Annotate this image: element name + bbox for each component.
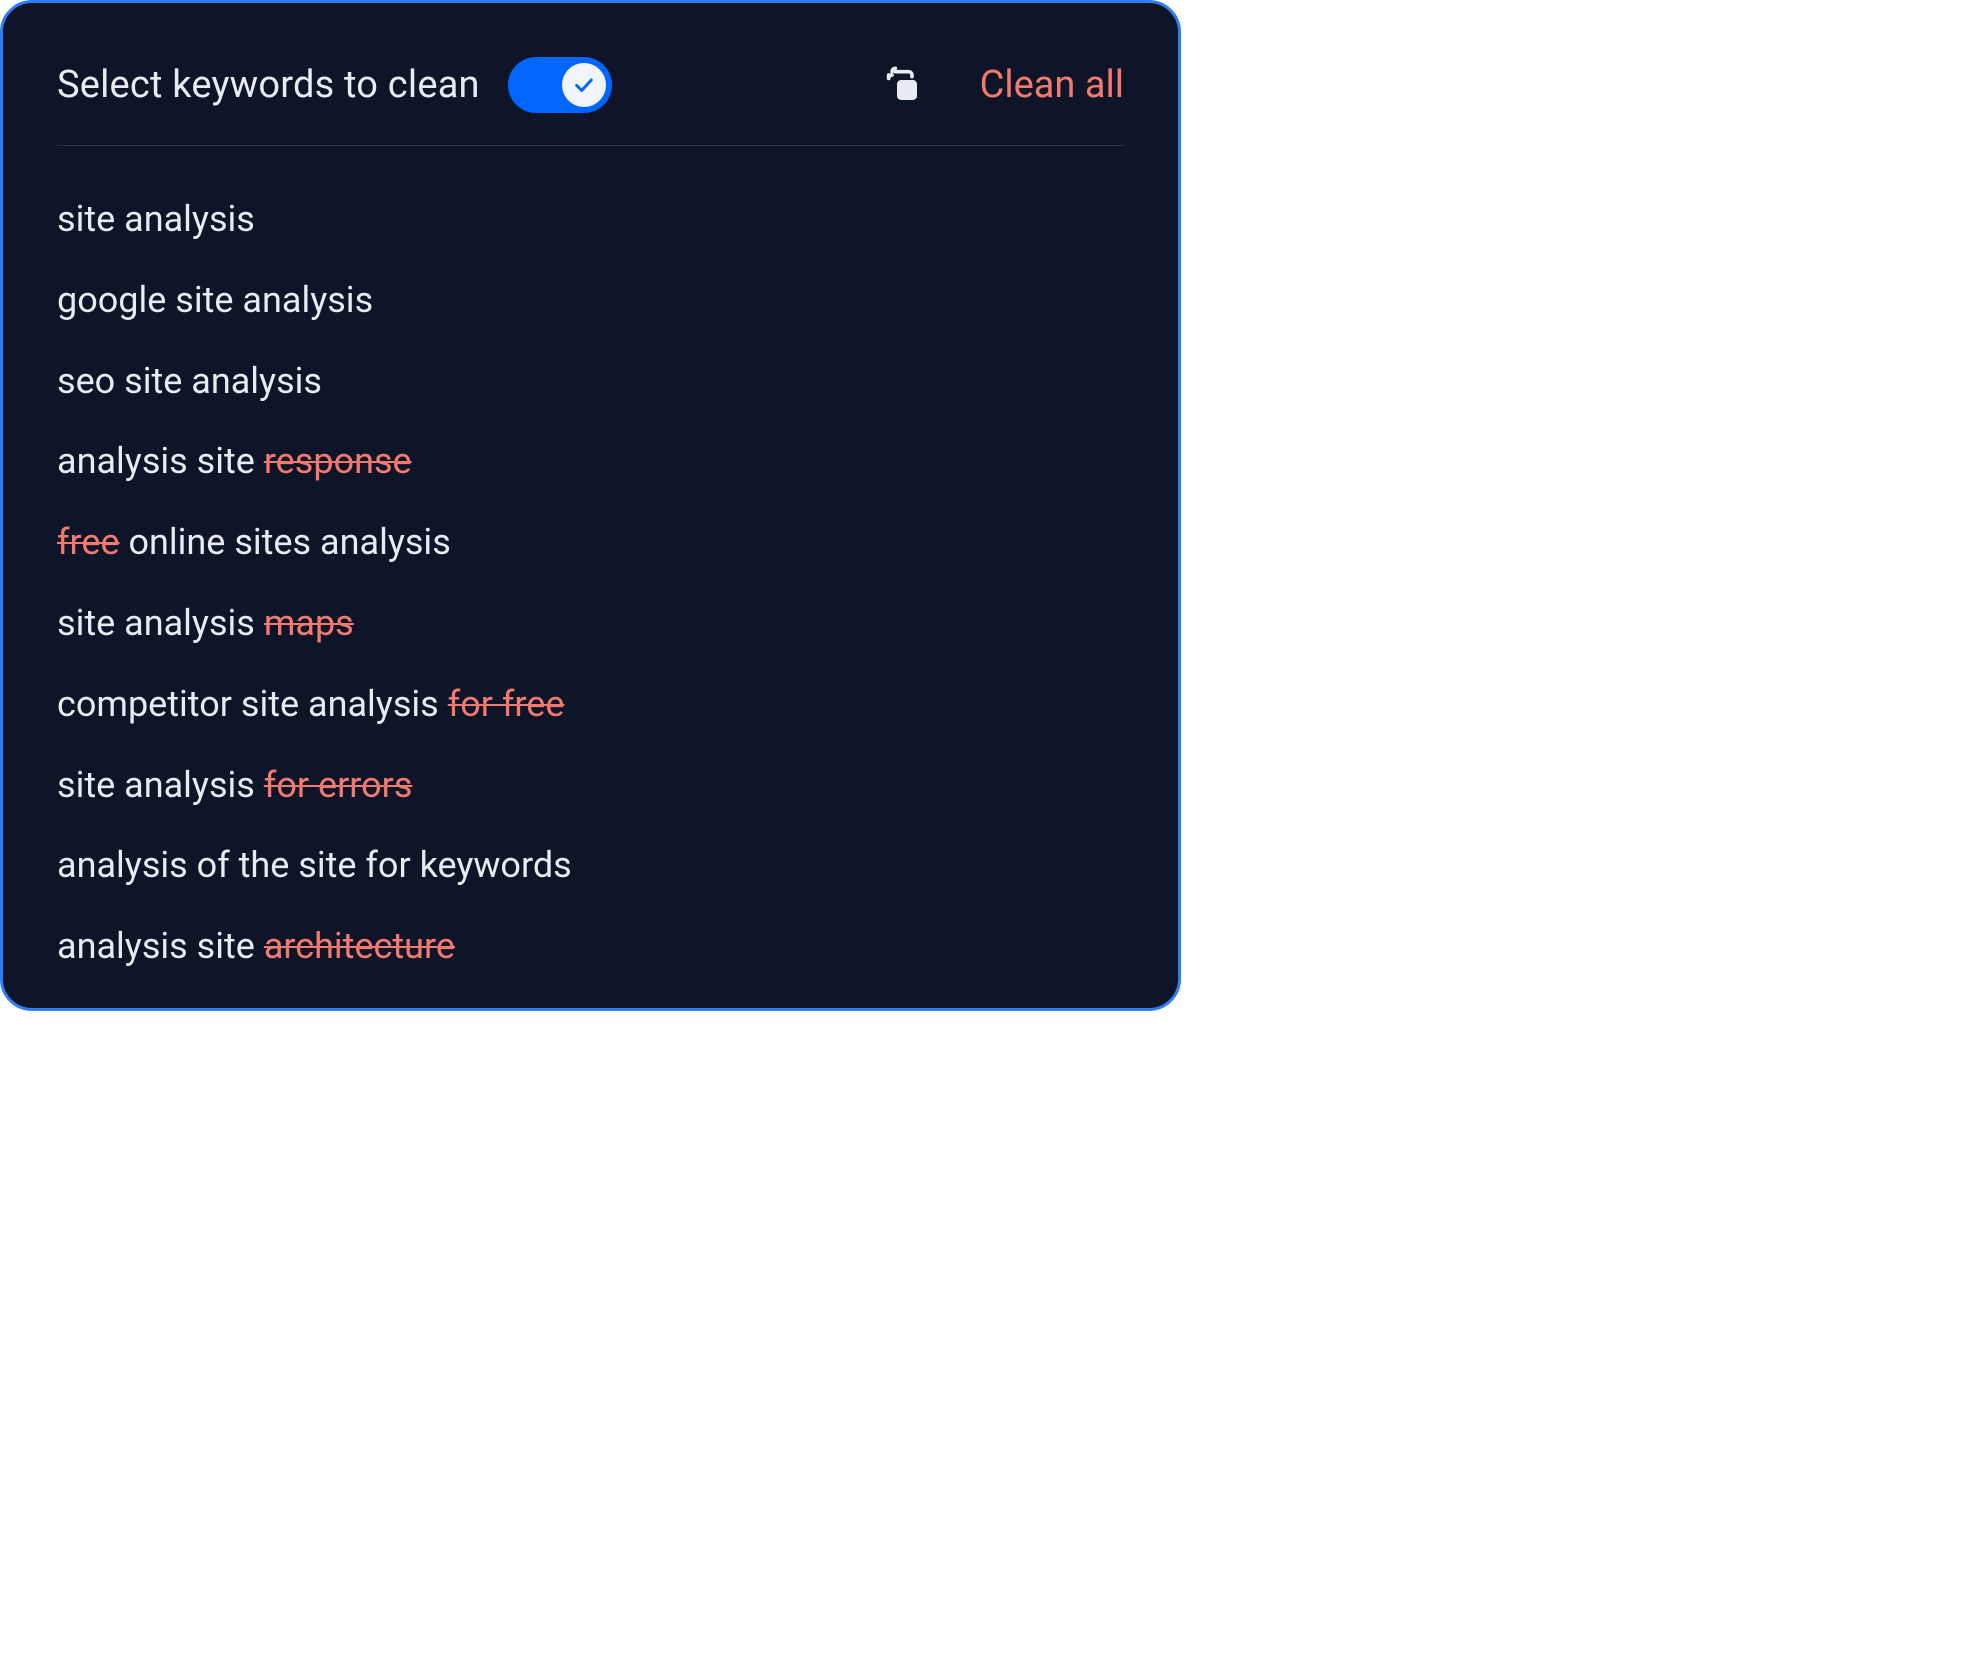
keyword-part-struck: free	[57, 521, 120, 563]
keyword-row[interactable]: free online sites analysis	[57, 519, 1124, 566]
copy-icon	[882, 65, 922, 105]
keyword-row[interactable]: seo site analysis	[57, 358, 1124, 405]
keyword-part: competitor site analysis	[57, 683, 448, 725]
keyword-part-struck: response	[264, 440, 412, 482]
keyword-part-struck: for errors	[264, 764, 413, 806]
keyword-part: site analysis	[57, 602, 264, 644]
keyword-part-struck: for free	[448, 683, 565, 725]
keyword-part: site analysis	[57, 198, 255, 240]
check-icon	[573, 74, 595, 96]
clean-all-button[interactable]: Clean all	[980, 63, 1124, 107]
keyword-part: online sites analysis	[120, 521, 451, 563]
keywords-clean-panel: Select keywords to clean Clean all site …	[0, 0, 1181, 1011]
keyword-list: site analysis google site analysis seo sit…	[57, 146, 1124, 970]
keyword-part: analysis site	[57, 440, 264, 482]
keyword-row[interactable]: site analysis for errors	[57, 762, 1124, 809]
keyword-row[interactable]: competitor site analysis for free	[57, 681, 1124, 728]
keyword-row[interactable]: google site analysis	[57, 277, 1124, 324]
panel-header: Select keywords to clean Clean all	[57, 57, 1124, 146]
toggle-knob	[562, 63, 606, 107]
clean-mode-toggle[interactable]	[508, 57, 612, 113]
keyword-row[interactable]: analysis site response	[57, 438, 1124, 485]
keyword-part-struck: maps	[264, 602, 354, 644]
panel-title: Select keywords to clean	[57, 63, 480, 107]
keyword-part-struck: architecture	[264, 925, 455, 967]
keyword-row[interactable]: site analysis	[57, 196, 1124, 243]
keyword-row[interactable]: site analysis maps	[57, 600, 1124, 647]
keyword-part: seo site analysis	[57, 360, 322, 402]
keyword-part: analysis of the site for keywords	[57, 844, 572, 886]
keyword-part: analysis site	[57, 925, 264, 967]
keyword-row[interactable]: analysis site architecture	[57, 923, 1124, 970]
copy-button[interactable]	[880, 63, 924, 107]
keyword-row[interactable]: analysis of the site for keywords	[57, 842, 1124, 889]
keyword-part: google site analysis	[57, 279, 373, 321]
keyword-part: site analysis	[57, 764, 264, 806]
